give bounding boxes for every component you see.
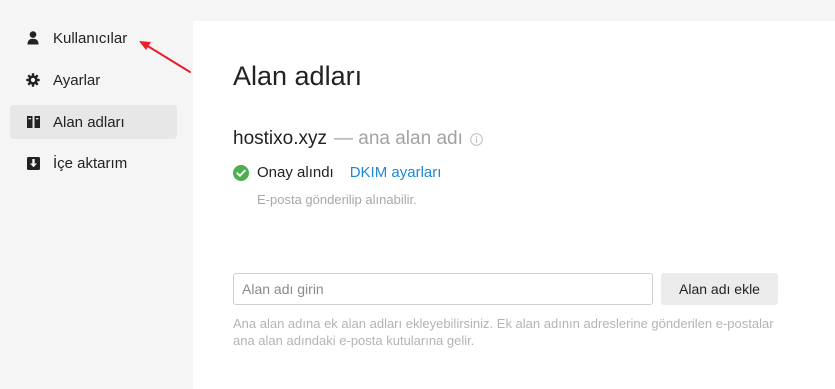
sidebar: Kullanıcılar Ayarlar Alan adları İçe akt… xyxy=(0,0,193,389)
domain-header: hostixo.xyz — ana alan adı xyxy=(233,128,483,150)
sidebar-item-settings[interactable]: Ayarlar xyxy=(10,63,177,97)
sidebar-item-label: Ayarlar xyxy=(53,71,101,89)
sidebar-item-import[interactable]: İçe aktarım xyxy=(10,146,177,180)
status-label: Onay alındı xyxy=(257,164,334,181)
info-icon[interactable] xyxy=(470,132,483,146)
status-description: E-posta gönderilip alınabilir. xyxy=(257,192,417,207)
domain-role-label: — ana alan adı xyxy=(333,128,463,149)
gear-icon xyxy=(26,73,40,87)
sidebar-item-domains[interactable]: Alan adları xyxy=(10,105,177,139)
sidebar-item-label: Kullanıcılar xyxy=(53,29,128,47)
sidebar-item-label: İçe aktarım xyxy=(53,154,128,172)
domain-input[interactable] xyxy=(233,273,653,305)
domains-icon xyxy=(26,115,40,129)
dkim-settings-link[interactable]: DKIM ayarları xyxy=(350,164,442,181)
add-domain-button[interactable]: Alan adı ekle xyxy=(661,273,778,305)
user-icon xyxy=(26,31,40,45)
verification-status: Onay alındı DKIM ayarları xyxy=(233,164,441,181)
domain-name: hostixo.xyz xyxy=(233,128,327,149)
page-title: Alan adları xyxy=(233,61,363,91)
sidebar-item-users[interactable]: Kullanıcılar xyxy=(10,21,177,55)
import-icon xyxy=(26,156,40,170)
main-panel: Alan adları hostixo.xyz — ana alan adı O… xyxy=(193,21,835,389)
check-circle-icon xyxy=(233,164,249,181)
sidebar-item-label: Alan adları xyxy=(53,113,125,131)
add-domain-hint: Ana alan adına ek alan adları ekleyebili… xyxy=(233,316,774,348)
